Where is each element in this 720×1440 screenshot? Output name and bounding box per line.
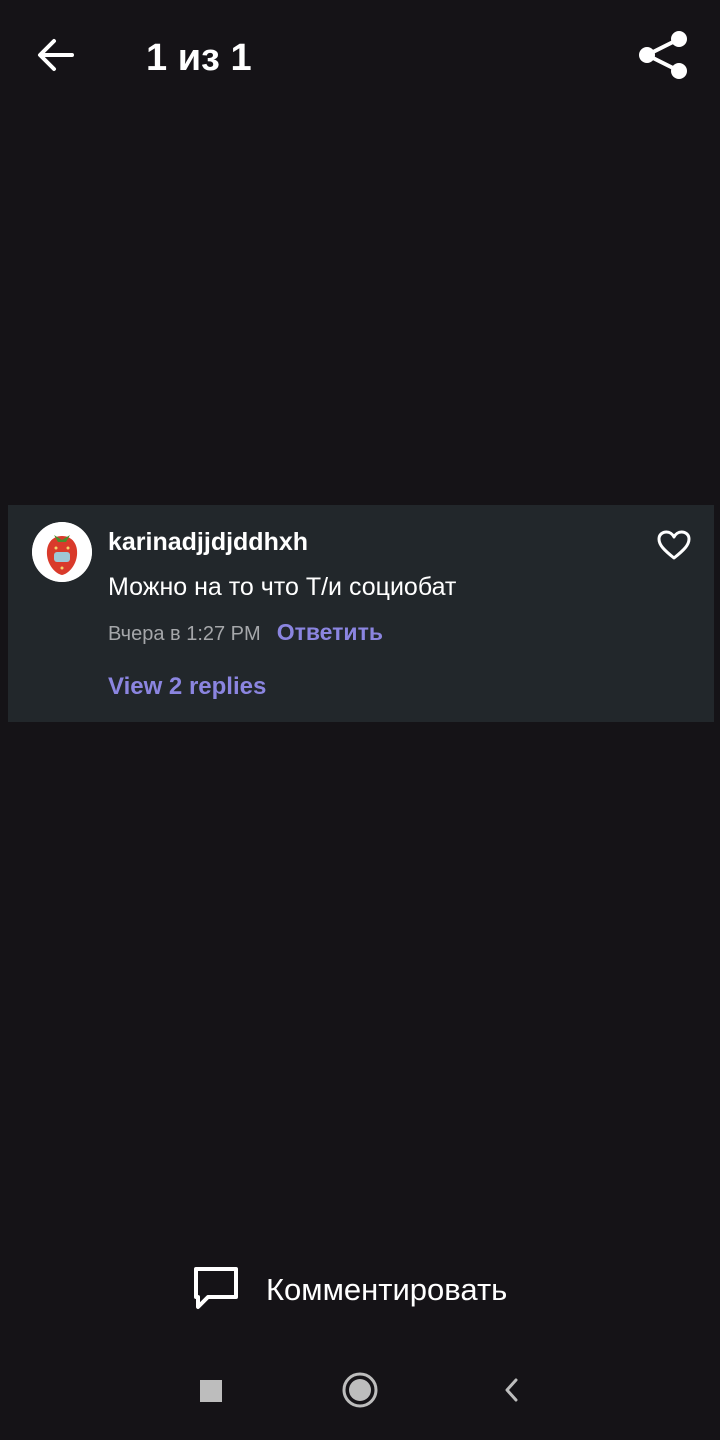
- system-nav-bar: [0, 1356, 720, 1440]
- reply-button[interactable]: Ответить: [277, 619, 383, 646]
- chat-bubble-icon: [190, 1263, 242, 1318]
- comment-composer-label: Комментировать: [266, 1272, 508, 1307]
- header-bar: 1 из 1: [0, 0, 720, 116]
- back-button[interactable]: [30, 34, 82, 80]
- home-button[interactable]: [338, 1370, 382, 1414]
- circle-icon: [341, 1371, 379, 1414]
- square-icon: [199, 1379, 223, 1408]
- share-icon: [637, 29, 689, 86]
- chevron-left-icon: [501, 1376, 521, 1409]
- arrow-left-icon: [36, 37, 76, 78]
- view-replies-link[interactable]: View 2 replies: [108, 673, 266, 701]
- strawberry-avatar: [32, 522, 92, 582]
- comment-screen: 1 из 1 karinadjjdjddhxh Можно на то что …: [0, 0, 720, 1440]
- system-back-button[interactable]: [496, 1374, 526, 1410]
- comment-composer-button[interactable]: Комментировать: [190, 1258, 507, 1322]
- comment-timestamp: Вчера в 1:27 PM: [108, 623, 261, 645]
- comment-card: karinadjjdjddhxh Можно на то что Т/и соц…: [8, 505, 714, 722]
- comment-meta-row: Вчера в 1:27 PM Ответить: [108, 619, 383, 646]
- share-button[interactable]: [632, 28, 694, 86]
- like-button[interactable]: [652, 527, 696, 567]
- recents-button[interactable]: [196, 1378, 226, 1408]
- page-title: 1 из 1: [146, 37, 252, 79]
- comment-username[interactable]: karinadjjdjddhxh: [108, 527, 308, 557]
- avatar[interactable]: [32, 522, 92, 582]
- comment-text: Можно на то что Т/и социобат: [108, 573, 457, 601]
- heart-outline-icon: [656, 529, 692, 566]
